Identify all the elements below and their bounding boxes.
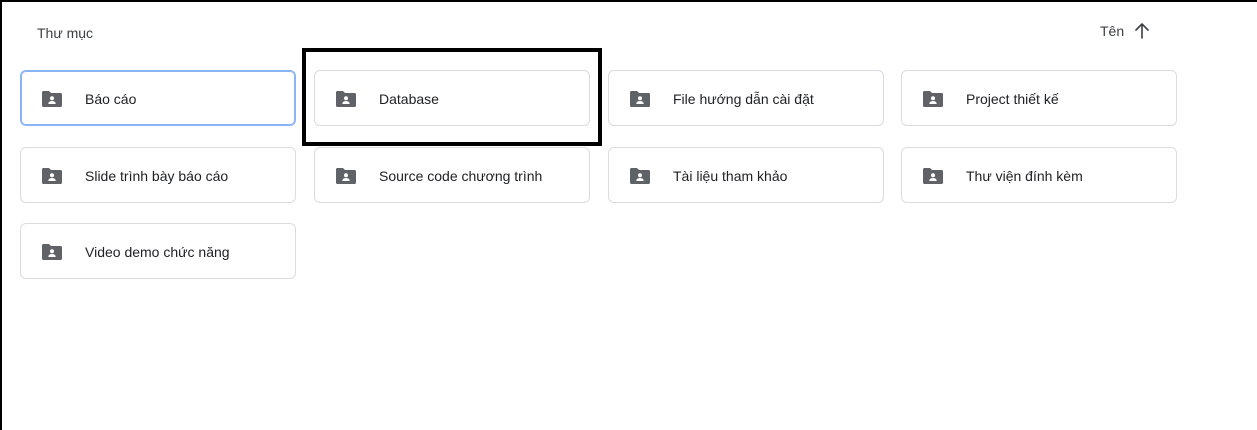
arrow-up-icon: [1135, 23, 1149, 39]
folder-item[interactable]: Slide trình bày báo cáo: [20, 147, 296, 203]
folder-item[interactable]: File hướng dẫn cài đặt: [608, 70, 884, 126]
folder-item[interactable]: Báo cáo: [20, 70, 296, 126]
shared-folder-icon: [336, 168, 356, 184]
shared-folder-icon: [336, 91, 356, 107]
shared-folder-icon: [42, 168, 62, 184]
shared-folder-icon: [630, 168, 650, 184]
folder-name: Tài liệu tham khảo: [673, 168, 788, 184]
folder-item[interactable]: Video demo chức năng: [20, 223, 296, 279]
folder-item[interactable]: Database: [314, 70, 590, 126]
folder-name: Slide trình bày báo cáo: [85, 168, 229, 184]
folder-name: Database: [379, 91, 439, 107]
shared-folder-icon: [630, 91, 650, 107]
shared-folder-icon: [42, 244, 62, 260]
folder-item[interactable]: Source code chương trình: [314, 147, 590, 203]
window-frame-left-edge: [0, 0, 2, 430]
shared-folder-icon: [923, 91, 943, 107]
section-title: Thư mục: [37, 25, 94, 41]
sort-label: Tên: [1100, 23, 1125, 39]
folder-name: Video demo chức năng: [85, 244, 230, 260]
folder-item[interactable]: Project thiết kế: [901, 70, 1177, 126]
window-frame-top-edge: [0, 0, 1257, 2]
folder-name: File hướng dẫn cài đặt: [673, 91, 814, 107]
folder-item[interactable]: Thư viện đính kèm: [901, 147, 1177, 203]
folder-name: Báo cáo: [85, 91, 137, 107]
shared-folder-icon: [923, 168, 943, 184]
folder-name: Source code chương trình: [379, 168, 543, 184]
folder-name: Project thiết kế: [966, 91, 1059, 107]
shared-folder-icon: [42, 91, 62, 107]
folder-name: Thư viện đính kèm: [966, 168, 1083, 184]
sort-by-name-button[interactable]: Tên: [1100, 22, 1150, 40]
folder-item[interactable]: Tài liệu tham khảo: [608, 147, 884, 203]
